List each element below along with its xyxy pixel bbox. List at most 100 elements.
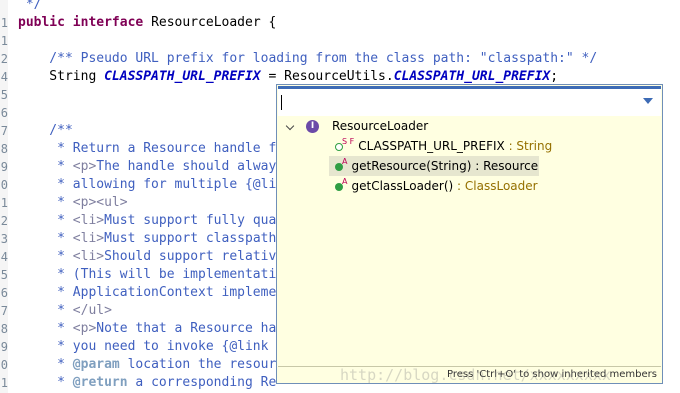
code-text: * <li>Must support classpath: [18, 230, 276, 248]
member-type: : Resource: [471, 159, 539, 173]
line-number: 1: [0, 376, 8, 390]
code-token: * Return a Resource handle f: [18, 141, 277, 156]
code-text: * <li>Should support relativ: [18, 248, 276, 266]
code-token: *: [18, 357, 73, 372]
line-number: 9: [0, 160, 8, 174]
code-text: * allowing for multiple {@li: [18, 176, 276, 194]
code-token: The handle should alway: [96, 159, 277, 174]
code-text: /** Pseudo URL prefix for loading from t…: [18, 50, 597, 68]
line-number: 4: [0, 70, 8, 84]
code-token: CLASSPATH_URL_PREFIX: [104, 69, 261, 84]
code-text: * @return a corresponding Re: [18, 374, 276, 392]
code-text: /**: [18, 122, 73, 140]
code-token: *: [18, 159, 73, 174]
code-text: * <p><ul>: [18, 194, 128, 212]
code-text: * you need to invoke {@link: [18, 338, 276, 356]
code-text: * Return a Resource handle f: [18, 140, 276, 158]
code-token: * (This will be implementati: [18, 267, 277, 282]
outline-member-item[interactable]: S F CLASSPATH_URL_PREFIX : String: [329, 136, 552, 156]
code-token: *: [18, 375, 73, 390]
code-token: * ApplicationContext impleme: [18, 285, 277, 300]
member-name: getClassLoader(): [351, 179, 454, 193]
member-name: getResource(String): [351, 159, 472, 173]
line-number: 6: [0, 106, 8, 120]
quick-outline-popup: I ResourceLoader S F CLASSPATH_URL_PREFIX…: [276, 84, 663, 384]
code-token: Note that a Resource ha: [96, 321, 277, 336]
code-token: Should support relativ: [104, 249, 277, 264]
code-token: Must support fully qua: [104, 213, 277, 228]
line-number: 1: [0, 196, 8, 210]
line-number: 7: [0, 124, 8, 138]
code-token: @param: [72, 357, 120, 372]
code-line: */: [0, 0, 680, 14]
outline-member-item[interactable]: AgetClassLoader() : ClassLoader: [329, 176, 539, 196]
line-number: 2: [0, 52, 8, 66]
line-number: 0: [0, 178, 8, 192]
code-text: public interface ResourceLoader {: [18, 14, 276, 32]
code-token: *: [18, 195, 73, 210]
code-text: * (This will be implementati: [18, 266, 276, 284]
line-number: 9: [0, 340, 8, 354]
member-type: : String: [504, 139, 553, 153]
code-token: public: [18, 15, 73, 30]
code-token: <li>: [72, 249, 105, 264]
code-token: */: [18, 0, 42, 12]
code-token: /**: [18, 123, 73, 138]
outline-member-item[interactable]: AgetResource(String) : Resource: [329, 156, 539, 176]
code-text: * ApplicationContext impleme: [18, 284, 276, 302]
code-token: <p><ul>: [72, 195, 128, 210]
code-token: ;: [550, 69, 559, 84]
code-text: */: [18, 0, 42, 14]
code-token: <p>: [72, 321, 97, 336]
code-token: CLASSPATH_URL_PREFIX: [393, 69, 551, 84]
code-token: = ResourceUtils.: [260, 69, 394, 84]
code-line: 1 public interface ResourceLoader {: [0, 14, 680, 32]
code-token: *: [18, 321, 73, 336]
member-modifier-badge: A: [342, 177, 348, 186]
watermark-text: http://blog.csdn.net/xxxxxxxxx: [340, 366, 611, 384]
outline-root-resourceloader[interactable]: I ResourceLoader: [277, 116, 657, 136]
line-number: 6: [0, 286, 8, 300]
line-number: 8: [0, 322, 8, 336]
line-number: 2: [0, 214, 8, 228]
code-token: @return: [72, 375, 128, 390]
line-number: 7: [0, 304, 8, 318]
view-menu-arrow-icon[interactable]: [643, 98, 653, 104]
code-text: * @param location the resour: [18, 356, 276, 374]
line-number: 3: [0, 232, 8, 246]
line-number: 5: [0, 268, 8, 282]
code-token: String: [18, 69, 105, 84]
member-name: CLASSPATH_URL_PREFIX: [358, 139, 505, 153]
code-token: <p>: [72, 159, 97, 174]
outline-filter-input[interactable]: [278, 86, 661, 116]
line-number: 8: [0, 142, 8, 156]
expand-twisty-icon[interactable]: [285, 121, 295, 131]
code-token: </ul>: [72, 303, 112, 318]
outline-root-label: ResourceLoader: [332, 119, 429, 133]
code-token: * allowing for multiple {@li: [18, 177, 277, 192]
code-token: *: [18, 303, 73, 318]
line-number: 4: [0, 250, 8, 264]
line-number: 5: [0, 88, 8, 102]
member-modifier-badge: A: [342, 157, 348, 166]
code-token: Must support classpath: [104, 231, 277, 246]
code-token: ResourceLoader {: [151, 15, 277, 30]
code-token: a corresponding Re: [127, 375, 277, 390]
code-token: location the resour: [119, 357, 277, 372]
code-text: * <p>Note that a Resource ha: [18, 320, 276, 338]
interface-icon: I: [306, 120, 319, 133]
line-number: 1: [0, 34, 8, 48]
code-text: * </ul>: [18, 302, 112, 320]
code-line: 1: [0, 32, 680, 50]
member-modifier-badge: S F: [342, 137, 355, 146]
line-number: 0: [0, 358, 8, 372]
code-token: interface: [72, 15, 152, 30]
code-line: 2 /** Pseudo URL prefix for loading from…: [0, 50, 680, 68]
code-token: * you need to invoke {@link: [18, 339, 277, 354]
code-text: * <p>The handle should alway: [18, 158, 276, 176]
member-type: : ClassLoader: [453, 179, 538, 193]
code-token: <li>: [72, 231, 105, 246]
code-token: *: [18, 213, 73, 228]
code-token: *: [18, 249, 73, 264]
text-caret: [281, 95, 282, 110]
